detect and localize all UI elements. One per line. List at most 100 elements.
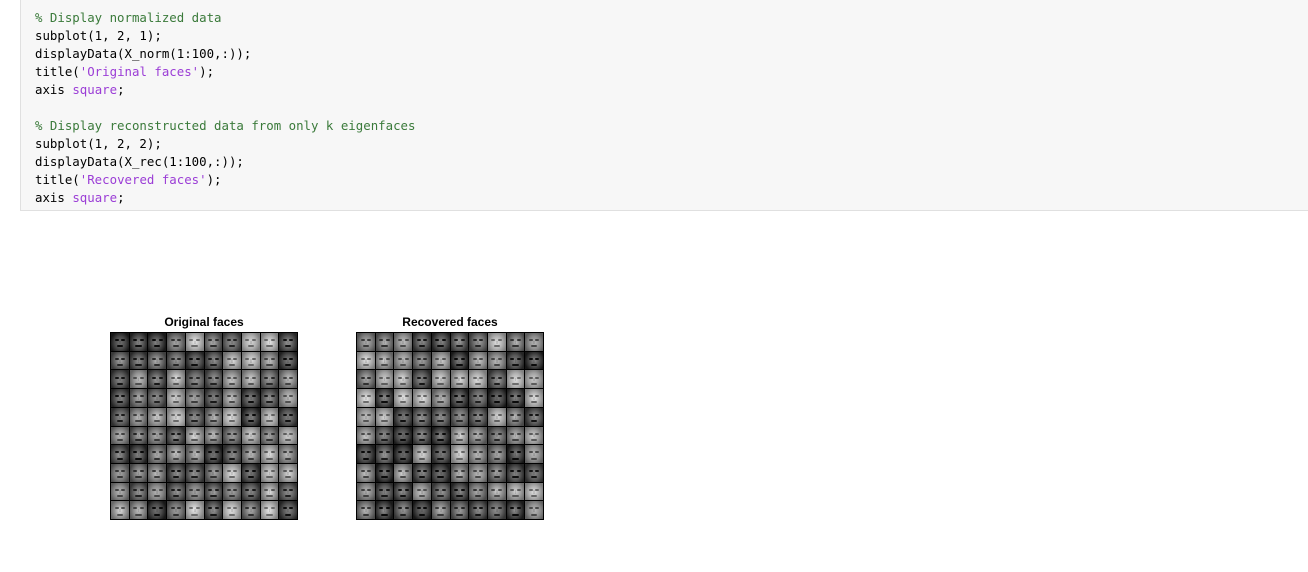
face-feature [195,357,200,360]
face-feature [208,470,213,473]
face-feature [193,471,196,475]
face-feature [418,401,426,404]
face-feature [231,396,233,401]
face-feature [381,364,388,367]
face-feature [268,509,271,513]
code-editor[interactable]: % Display normalized data subplot(1, 2, 1… [35,9,415,207]
face-feature [456,494,463,497]
face-feature [268,490,271,494]
face-feature [474,401,482,404]
face-feature [472,339,477,342]
face-feature [189,339,194,342]
face-feature [474,438,482,441]
face-feature [533,434,536,438]
face-feature [212,378,215,382]
face-feature [133,376,138,379]
face-feature [116,457,124,460]
face-feature [172,345,180,348]
face-thumbnail [148,482,167,501]
face-feature [195,432,200,435]
face-thumbnail [413,482,431,501]
face-thumbnail [487,445,506,463]
code-line: displayData(X_norm(1:100,:)); [35,45,415,63]
face-thumbnail [204,426,223,445]
face-feature [247,364,254,367]
face-feature [212,340,215,344]
face-feature [121,451,126,454]
face-feature [472,507,477,510]
face-feature [139,413,144,416]
code-token-plain: title( [35,64,80,79]
face-feature [498,432,503,435]
face-thumbnail [185,482,204,501]
face-feature [156,434,159,438]
code-line: subplot(1, 2, 2); [35,135,415,153]
face-feature [439,415,442,419]
face-thumbnail [487,501,506,519]
face-feature [385,488,390,491]
face-feature [156,490,159,494]
face-feature [479,395,484,398]
face-feature [252,432,257,435]
face-feature [421,378,423,382]
face-feature [530,364,538,367]
face-feature [247,513,254,516]
code-cell[interactable]: % Display normalized data subplot(1, 2, 1… [20,0,1308,211]
face-thumbnail [241,389,260,407]
face-feature [458,396,461,401]
face-feature [472,413,477,416]
face-feature [383,415,386,419]
face-feature [402,378,405,382]
face-feature [491,432,496,435]
face-feature [530,438,538,441]
face-feature [287,340,290,344]
face-thumbnail [506,501,525,519]
face-feature [270,413,275,416]
face-feature [114,451,119,454]
face-thumbnail [394,501,413,519]
face-thumbnail [375,370,394,389]
face-feature [400,420,407,423]
face-thumbnail [111,351,129,370]
face-feature [454,470,459,473]
face-feature [284,513,292,516]
face-thumbnail [223,501,241,519]
face-feature [289,507,294,510]
face-feature [135,382,142,385]
face-feature [535,376,540,379]
face-feature [362,513,370,516]
face-feature [175,434,177,438]
face-feature [454,507,459,510]
face-feature [495,378,498,382]
face-thumbnail [204,501,223,519]
face-feature [460,413,465,416]
face-feature [116,438,124,441]
face-feature [177,395,182,398]
face-feature [479,507,484,510]
face-feature [379,507,384,510]
face-feature [191,457,198,460]
face-feature [264,357,269,360]
face-thumbnail [223,370,241,389]
face-feature [177,507,182,510]
face-feature [226,470,231,473]
face-feature [402,490,405,494]
face-thumbnail [450,426,469,445]
face-feature [477,396,479,401]
face-feature [498,339,503,342]
face-feature [133,488,138,491]
face-feature [474,513,482,516]
face-feature [421,490,423,494]
face-feature [289,339,294,342]
code-line: % Display normalized data [35,9,415,27]
face-feature [474,476,482,479]
face-feature [175,490,177,494]
face-feature [158,488,163,491]
face-feature [404,432,409,435]
face-feature [528,339,533,342]
face-feature [493,345,500,348]
face-thumbnail [431,426,450,445]
face-feature [533,396,536,401]
face-feature [287,452,290,457]
code-token-plain: subplot(1, 2, 2); [35,136,162,151]
